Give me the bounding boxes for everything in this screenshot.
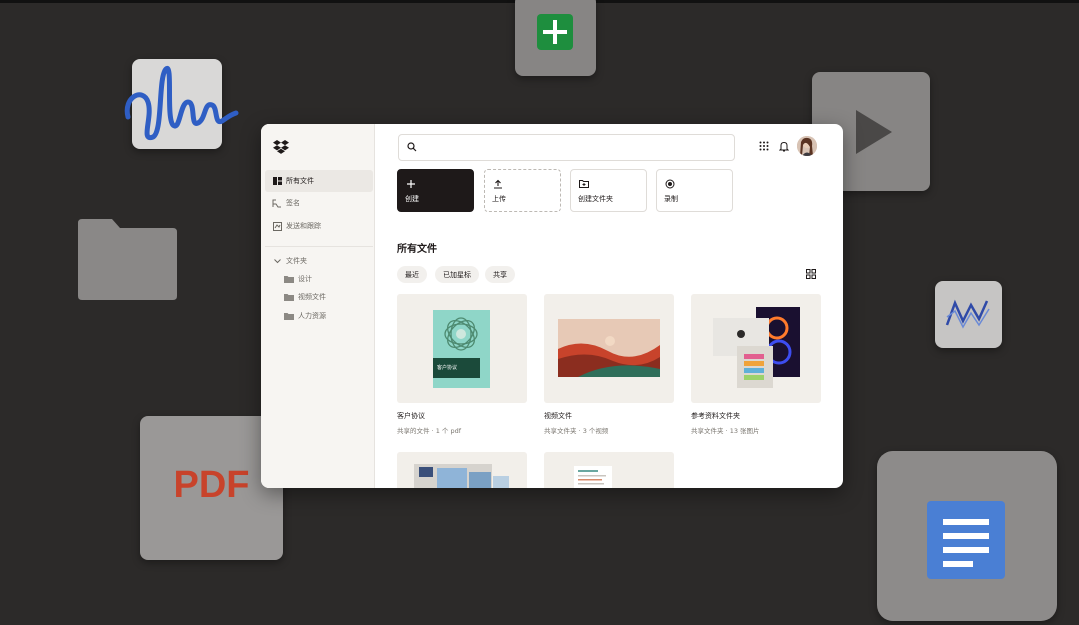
file-meta: 共享的文件 · 1 个 pdf bbox=[397, 427, 462, 435]
sheets-icon bbox=[537, 14, 573, 50]
filter-recent[interactable]: 最近 bbox=[397, 266, 427, 283]
folder-label: 视频文件 bbox=[298, 293, 326, 301]
record-button[interactable]: 录制 bbox=[656, 169, 733, 212]
file-meta: 共享文件夹 · 13 张图片 bbox=[691, 427, 760, 435]
folder-tile-icon bbox=[78, 219, 177, 300]
file-thumbnail bbox=[544, 294, 674, 403]
sidebar-item-label: 发送和跟踪 bbox=[286, 222, 321, 230]
file-card-video-files[interactable]: 视频文件 共享文件夹 · 3 个视频 bbox=[544, 294, 674, 435]
record-icon bbox=[665, 179, 675, 189]
search-input[interactable] bbox=[398, 134, 735, 161]
file-thumbnail: 客户协议 bbox=[397, 294, 527, 403]
docs-icon bbox=[927, 501, 1005, 579]
file-thumbnail bbox=[544, 452, 674, 488]
plus-icon bbox=[407, 180, 415, 188]
file-name: 参考资料文件夹 bbox=[691, 412, 740, 420]
sidebar-item-send-track[interactable]: 发送和跟踪 bbox=[265, 215, 373, 237]
line-chart-icon bbox=[945, 299, 990, 329]
chart-tile bbox=[935, 281, 1002, 348]
file-thumbnail bbox=[397, 452, 527, 488]
sidebar-folder-video[interactable]: 视频文件 bbox=[284, 290, 326, 304]
document-preview-image bbox=[574, 466, 612, 488]
signature-tile bbox=[124, 59, 239, 149]
dropbox-logo-icon[interactable] bbox=[273, 140, 289, 154]
sidebar-folder-hr[interactable]: 人力资源 bbox=[284, 309, 326, 323]
sidebar-item-signatures[interactable]: 签名 bbox=[265, 192, 373, 214]
sidebar-divider bbox=[265, 246, 373, 247]
file-card[interactable] bbox=[397, 452, 527, 488]
signature-icon bbox=[272, 198, 282, 208]
sidebar-item-label: 所有文件 bbox=[286, 177, 314, 185]
folder-label: 人力资源 bbox=[298, 312, 326, 320]
send-track-icon bbox=[272, 221, 282, 231]
sidebar-folder-design[interactable]: 设计 bbox=[284, 272, 312, 286]
file-thumbnail bbox=[691, 294, 821, 403]
folders-section-toggle[interactable]: 文件夹 bbox=[265, 250, 373, 272]
sheets-tile bbox=[515, 0, 596, 76]
create-button[interactable]: 创建 bbox=[397, 169, 474, 212]
cover-band: 客户协议 bbox=[433, 358, 480, 378]
sculpture-image bbox=[444, 317, 478, 351]
folder-icon bbox=[284, 276, 294, 283]
action-label: 录制 bbox=[664, 195, 678, 203]
file-card[interactable] bbox=[544, 452, 674, 488]
upload-icon bbox=[494, 179, 502, 189]
filter-shared[interactable]: 共享 bbox=[485, 266, 515, 283]
grid-view-icon[interactable] bbox=[806, 269, 816, 279]
files-icon bbox=[272, 176, 282, 186]
folder-label: 设计 bbox=[298, 275, 312, 283]
app-grid-icon[interactable] bbox=[759, 141, 769, 151]
action-label: 创建文件夹 bbox=[578, 195, 613, 203]
page-title: 所有文件 bbox=[397, 244, 437, 255]
action-label: 上传 bbox=[492, 195, 506, 203]
action-label: 创建 bbox=[405, 195, 419, 203]
file-meta: 共享文件夹 · 3 个视频 bbox=[544, 427, 609, 435]
video-preview-image bbox=[558, 319, 660, 377]
file-card-customer-agreement[interactable]: 客户协议 客户协议 共享的文件 · 1 个 pdf bbox=[397, 294, 527, 435]
create-folder-button[interactable]: 创建文件夹 bbox=[570, 169, 647, 212]
folders-header: 文件夹 bbox=[286, 257, 307, 265]
main-content: 创建 上传 创建文件夹 录制 所有文件 最近 已加星标 共享 客户协议 客户协议… bbox=[374, 124, 843, 488]
app-window: 所有文件 签名 发送和跟踪 文件夹 设计 视频文件 人力资源 创建 上传 创建文… bbox=[261, 124, 843, 488]
signature-scribble-icon bbox=[124, 66, 239, 141]
filter-starred[interactable]: 已加星标 bbox=[435, 266, 479, 283]
photo-collage-image bbox=[414, 464, 509, 488]
chevron-down-icon bbox=[272, 256, 282, 266]
header-actions bbox=[759, 136, 817, 156]
sidebar: 所有文件 签名 发送和跟踪 文件夹 设计 视频文件 人力资源 bbox=[261, 124, 375, 488]
upload-button[interactable]: 上传 bbox=[484, 169, 561, 212]
sidebar-item-label: 签名 bbox=[286, 199, 300, 207]
folder-icon bbox=[284, 313, 294, 320]
bell-icon[interactable] bbox=[779, 141, 789, 152]
search-icon bbox=[407, 142, 417, 152]
avatar[interactable] bbox=[797, 136, 817, 156]
sidebar-item-all-files[interactable]: 所有文件 bbox=[265, 170, 373, 192]
folder-icon bbox=[284, 294, 294, 301]
docs-tile bbox=[877, 451, 1057, 621]
file-name: 视频文件 bbox=[544, 412, 572, 420]
reference-collage-image bbox=[713, 307, 800, 388]
new-folder-icon bbox=[579, 180, 589, 188]
file-name: 客户协议 bbox=[397, 412, 425, 420]
pdf-cover: 客户协议 bbox=[433, 310, 490, 388]
cover-title: 客户协议 bbox=[437, 365, 458, 371]
file-card-reference-folder[interactable]: 参考资料文件夹 共享文件夹 · 13 张图片 bbox=[691, 294, 821, 435]
